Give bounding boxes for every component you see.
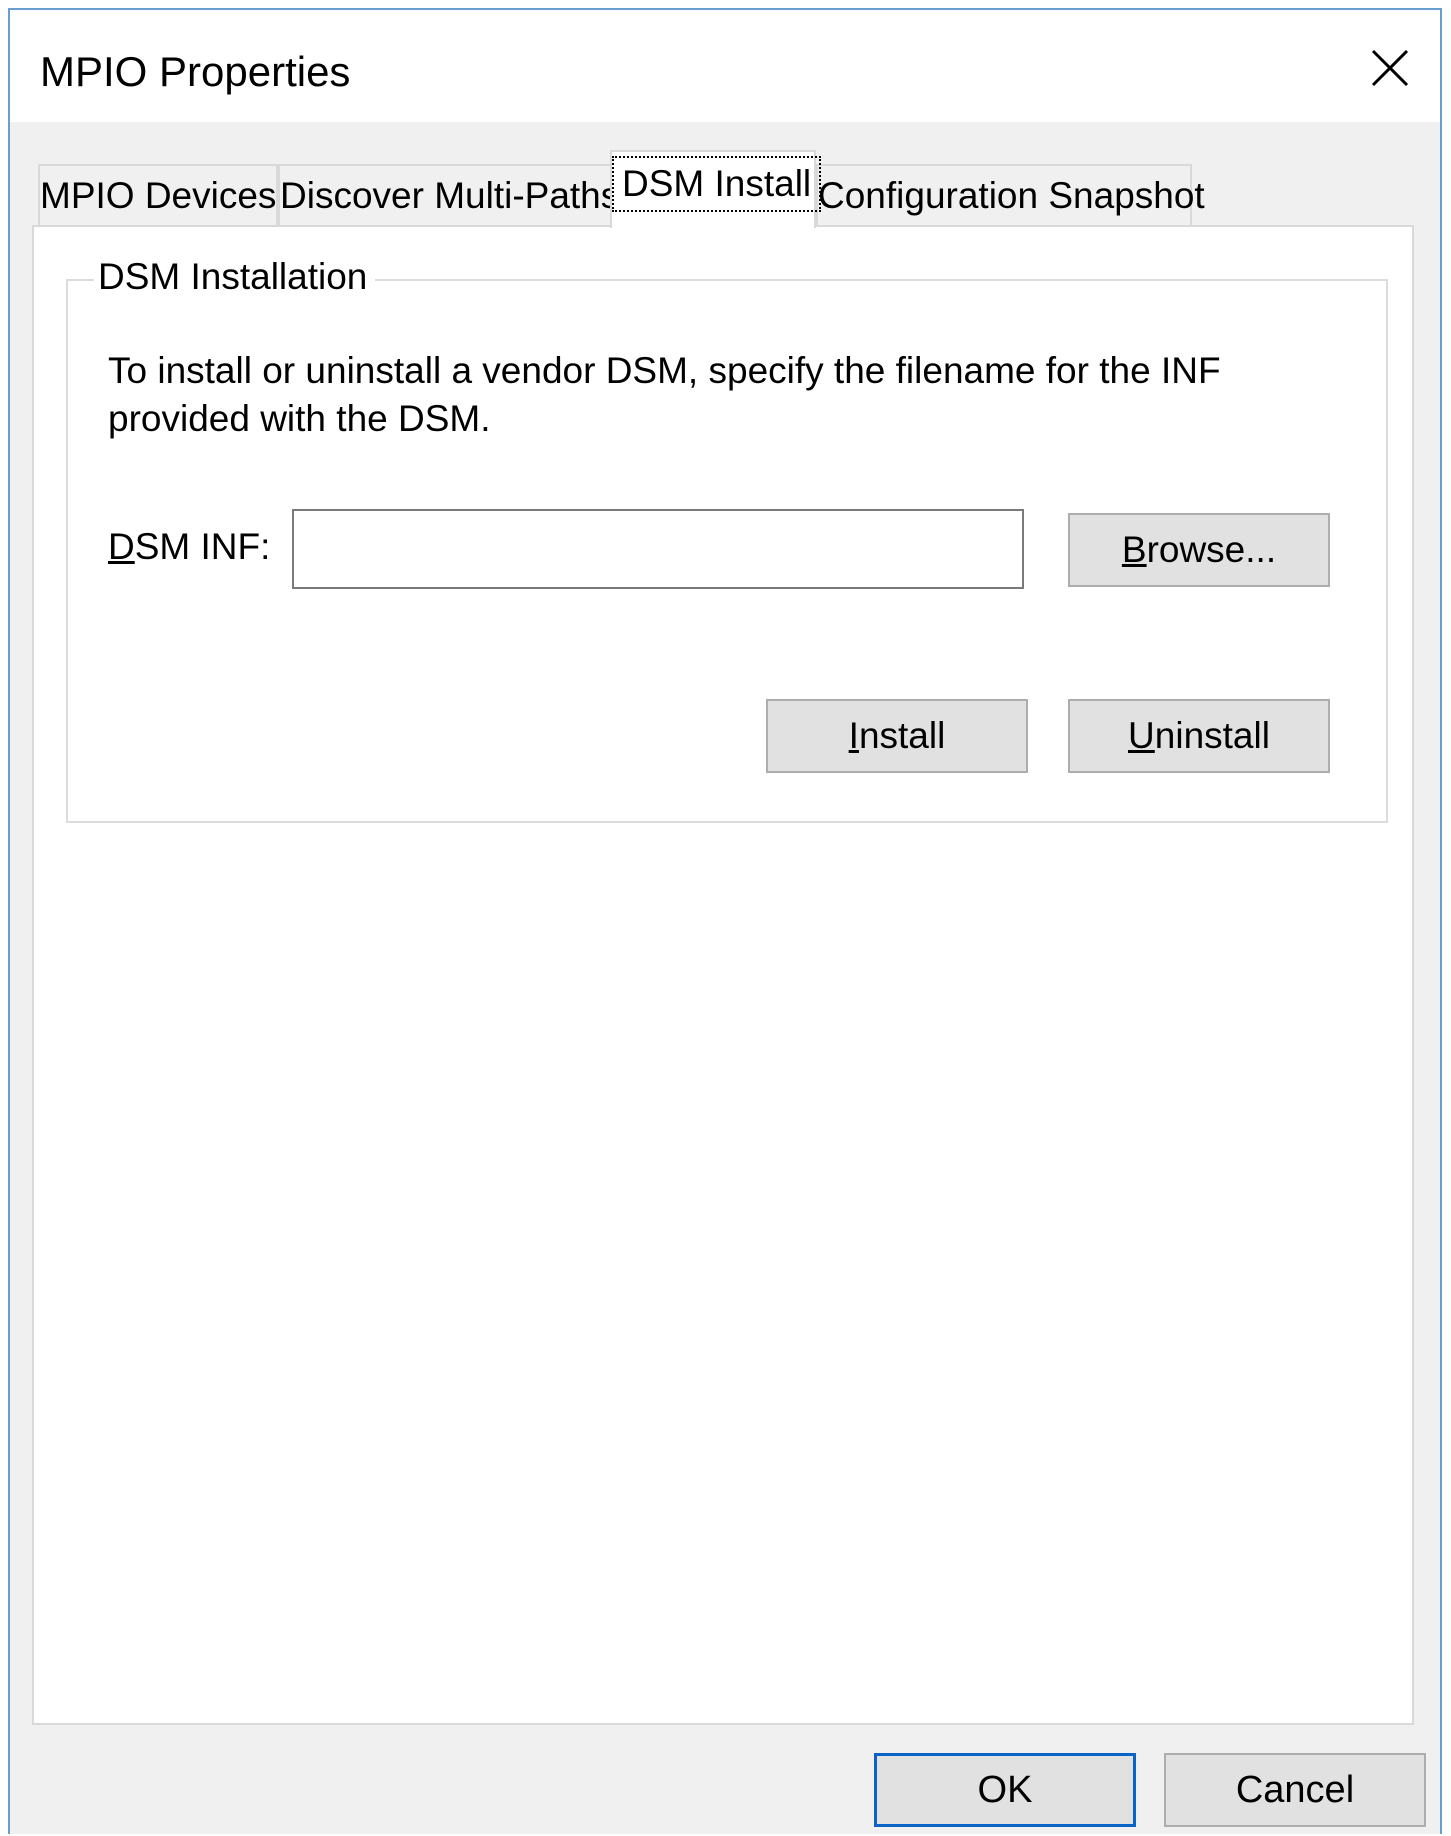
browse-button[interactable]: Browse...: [1068, 513, 1330, 587]
tab-mpio-devices[interactable]: MPIO Devices: [38, 164, 278, 226]
tab-label: DSM Install: [612, 156, 822, 212]
title-bar[interactable]: MPIO Properties: [10, 10, 1440, 122]
close-icon: [1371, 49, 1409, 87]
dsm-installation-group: DSM Installation To install or uninstall…: [66, 251, 1388, 823]
tab-label: Discover Multi-Paths: [280, 175, 620, 216]
uninstall-button-accel: U: [1128, 715, 1155, 756]
group-legend: DSM Installation: [94, 251, 376, 303]
mpio-properties-dialog: MPIO Properties MPIO Devices Discover Mu…: [8, 8, 1442, 1834]
cancel-button[interactable]: Cancel: [1164, 1753, 1426, 1827]
dsm-inf-label: DSM INF:: [108, 521, 270, 573]
browse-button-accel: B: [1121, 529, 1147, 570]
uninstall-button-rest: ninstall: [1154, 715, 1270, 756]
uninstall-button[interactable]: Uninstall: [1068, 699, 1330, 773]
ok-button[interactable]: OK: [874, 1753, 1136, 1827]
tab-label: MPIO Devices: [40, 175, 277, 216]
browse-button-rest: rowse...: [1146, 529, 1277, 570]
instruction-text: To install or uninstall a vendor DSM, sp…: [108, 350, 1221, 439]
tab-discover-multi-paths[interactable]: Discover Multi-Paths: [278, 164, 619, 226]
tab-label: Configuration Snapshot: [818, 175, 1205, 216]
dsm-inf-input[interactable]: [292, 509, 1024, 589]
tab-dsm-install[interactable]: DSM Install: [610, 150, 822, 228]
close-button[interactable]: [1354, 32, 1426, 104]
tab-strip: MPIO Devices Discover Multi-Paths DSM In…: [10, 150, 1440, 228]
tab-panel-dsm-install: DSM Installation To install or uninstall…: [32, 225, 1414, 1725]
dsm-inf-label-rest: SM INF:: [134, 526, 271, 567]
install-button-accel: I: [848, 715, 859, 756]
tab-configuration-snapshot[interactable]: Configuration Snapshot: [816, 164, 1205, 226]
window-title: MPIO Properties: [40, 48, 351, 95]
install-button-rest: nstall: [858, 715, 946, 756]
dsm-inf-label-accel: D: [108, 526, 135, 567]
install-button[interactable]: Install: [766, 699, 1028, 773]
